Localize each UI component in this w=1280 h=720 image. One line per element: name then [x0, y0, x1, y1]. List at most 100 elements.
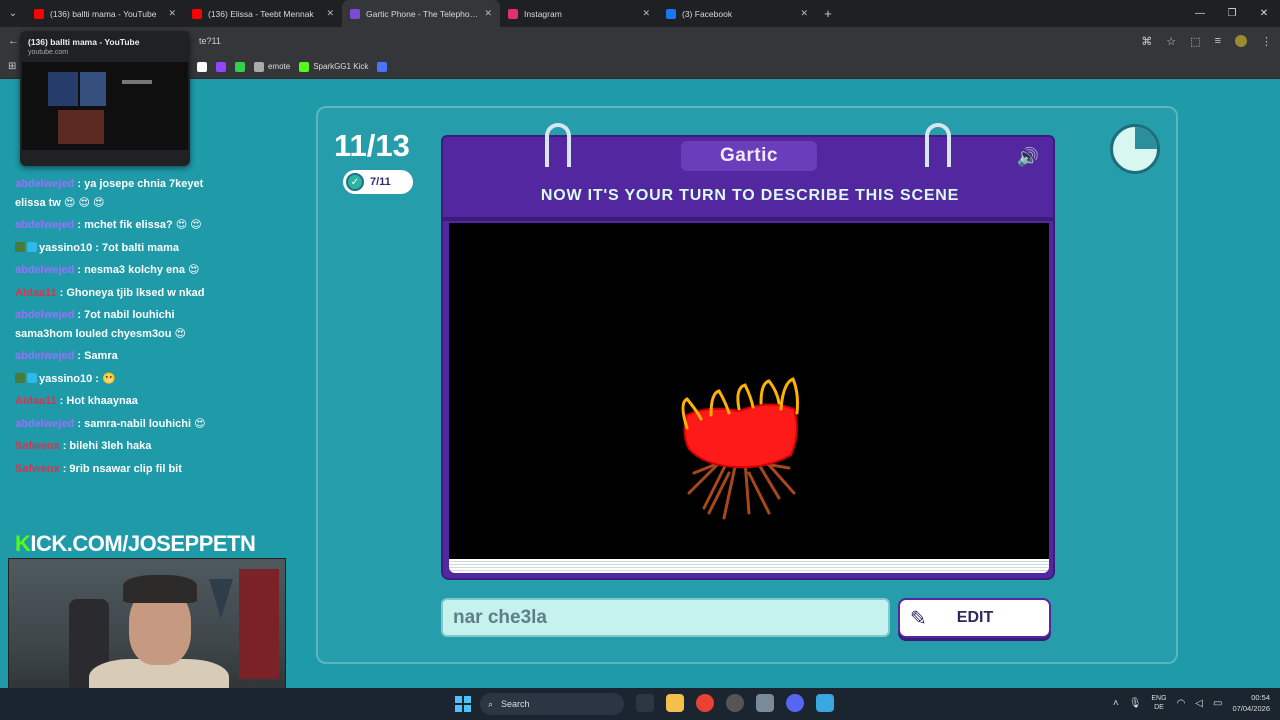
chat-text: 😬	[101, 372, 116, 385]
description-input[interactable]: nar che3la	[441, 598, 890, 637]
campfire-drawing	[681, 377, 799, 520]
tab-strip: ⌄ (136) ballti mama - YouTube ✕ (136) Elis…	[0, 0, 1280, 27]
start-button[interactable]	[455, 696, 471, 712]
chat-message: abdelwejed : Samra	[15, 350, 118, 362]
chat-username[interactable]: yassino10	[39, 242, 92, 254]
windows-taskbar: ⌕ Search ˄ 🎙 ENG DE ◠ ◁ ▭ 00:54 07/04/2026	[0, 688, 1280, 720]
close-tab-icon[interactable]: ✕	[168, 8, 176, 19]
chat-message: yassino10 : 7ot balti mama	[15, 239, 225, 258]
obs-icon[interactable]	[726, 694, 744, 712]
tab-title: (3) Facebook	[682, 8, 733, 19]
chat-message: Aidaa11 : Ghoneya tjib lksed w nkad	[15, 286, 205, 299]
translate-icon[interactable]: ⌘	[1141, 35, 1152, 48]
wifi-icon[interactable]: ◠	[1177, 698, 1186, 709]
chat-message: abdelwejed : ya josepe chnia 7keyet elis…	[15, 178, 204, 209]
chat-username[interactable]: abdelwejed	[15, 350, 74, 362]
round-counter: 11/13	[334, 128, 410, 163]
minimize-button[interactable]: —	[1184, 0, 1216, 27]
hover-card-domain: youtube.com	[28, 49, 69, 56]
chat-username[interactable]: Aidaa11	[15, 395, 57, 407]
bookmark-item[interactable]	[377, 61, 388, 72]
user-badge-icon	[27, 372, 37, 383]
clock[interactable]: 00:54 07/04/2026	[1232, 692, 1270, 714]
browser-tab[interactable]: Instagram ✕	[500, 0, 658, 27]
bookmark-item[interactable]	[234, 61, 245, 72]
address-bar[interactable]: te?11	[199, 36, 221, 46]
chat-text: Hot khaaynaa	[66, 395, 138, 407]
bookmark-star-icon[interactable]: ☆	[1166, 35, 1176, 48]
task-view-icon[interactable]	[636, 694, 654, 712]
notepad-icon[interactable]	[816, 694, 834, 712]
check-icon: ✓	[346, 173, 364, 191]
close-tab-icon[interactable]: ✕	[484, 8, 492, 19]
bookmark-label: SparkGG1 Kick	[313, 62, 369, 71]
mic-icon[interactable]: 🎙	[1129, 698, 1142, 709]
binder-ring-right	[925, 123, 951, 167]
chat-message: abdelwejed : 7ot nabil louhichi sama3hom…	[15, 309, 187, 340]
drawing-frame	[441, 219, 1055, 580]
volume-icon[interactable]: ◁	[1195, 698, 1203, 709]
bookmark-item[interactable]	[196, 61, 207, 72]
close-window-button[interactable]: ✕	[1248, 0, 1280, 27]
chat-username[interactable]: abdelwejed	[15, 264, 74, 276]
discord-icon[interactable]	[786, 694, 804, 712]
players-done-badge: ✓ 7/11	[343, 170, 413, 194]
bookmark-item[interactable]	[215, 61, 226, 72]
taskbar-apps	[636, 694, 834, 712]
tray-chevron-icon[interactable]: ˄	[1113, 698, 1119, 709]
hover-card-thumbnail	[22, 62, 188, 150]
chat-username[interactable]: abdelwejed	[15, 418, 74, 430]
menu-icon[interactable]: ⋮	[1261, 35, 1272, 48]
browser-tab[interactable]: (136) Elissa - Teebt Mennak ✕	[184, 0, 342, 27]
media-icon[interactable]: ≡	[1215, 35, 1221, 47]
chat-username[interactable]: Safwenx	[15, 463, 60, 475]
chat-text: nesma3 kolchy ena 😍	[84, 264, 200, 276]
battery-icon[interactable]: ▭	[1213, 698, 1222, 709]
browser-tab[interactable]: (3) Facebook ✕	[658, 0, 816, 27]
bookmark-label: emote	[267, 62, 291, 71]
players-done-count: 7/11	[370, 176, 391, 188]
search-icon: ⌕	[488, 698, 494, 709]
pencil-icon: ✎	[910, 607, 927, 630]
chat-message: abdelwejed : samra-nabil louhichi 😍	[15, 417, 206, 430]
chat-message: abdelwejed : nesma3 kolchy ena 😍	[15, 264, 200, 276]
chat-message: Safwenx : bilehi 3leh haka	[15, 440, 152, 452]
chat-username[interactable]: abdelwejed	[15, 178, 74, 190]
drawing-canvas	[449, 223, 1049, 559]
chat-text: Ghoneya tjib lksed w nkad	[66, 286, 205, 299]
chrome-icon[interactable]	[696, 694, 714, 712]
chat-username[interactable]: Aidaa11	[15, 287, 57, 299]
file-explorer-icon[interactable]	[666, 694, 684, 712]
browser-tab[interactable]: Gartic Phone - The Telephone G ✕	[342, 0, 500, 27]
restore-button[interactable]: ❐	[1216, 0, 1248, 27]
extensions-icon[interactable]: ⬚	[1190, 35, 1200, 48]
tab-search-button[interactable]: ⌄	[0, 0, 26, 27]
language-indicator[interactable]: ENG DE	[1151, 694, 1166, 712]
taskbar-search[interactable]: ⌕ Search	[480, 693, 624, 715]
bookmark-item[interactable]: emote	[253, 61, 291, 72]
edit-button[interactable]: ✎ EDIT	[898, 598, 1051, 638]
chat-text: mchet fik elissa? 😍 😍	[84, 219, 202, 231]
tab-favicon-icon	[192, 8, 202, 19]
close-tab-icon[interactable]: ✕	[642, 8, 650, 19]
browser-tab[interactable]: (136) ballti mama - YouTube ✕	[26, 0, 184, 27]
chat-username[interactable]: abdelwejed	[15, 219, 74, 231]
chat-text: Samra	[84, 350, 118, 362]
chat-text: 9rib nsawar clip fil bit	[69, 462, 182, 475]
apps-grid-icon[interactable]: ⊞	[8, 61, 16, 72]
back-icon[interactable]: ←	[8, 35, 19, 47]
close-tab-icon[interactable]: ✕	[800, 8, 808, 19]
bookmark-favicon-icon	[377, 61, 388, 72]
tab-favicon-icon	[350, 8, 360, 19]
settings-icon[interactable]	[756, 694, 774, 712]
new-tab-button[interactable]: +	[816, 0, 840, 27]
chat-message: Safwenx : 9rib nsawar clip fil bit	[15, 462, 182, 475]
chat-text: 7ot balti mama	[101, 241, 180, 254]
bookmark-item[interactable]: SparkGG1 Kick	[299, 61, 369, 72]
chat-username[interactable]: abdelwejed	[15, 309, 74, 321]
sound-icon[interactable]: 🔊	[1017, 147, 1039, 168]
profile-avatar[interactable]	[1235, 35, 1247, 47]
chat-username[interactable]: Safwenx	[15, 440, 60, 452]
close-tab-icon[interactable]: ✕	[326, 8, 334, 19]
chat-username[interactable]: yassino10	[39, 373, 92, 385]
